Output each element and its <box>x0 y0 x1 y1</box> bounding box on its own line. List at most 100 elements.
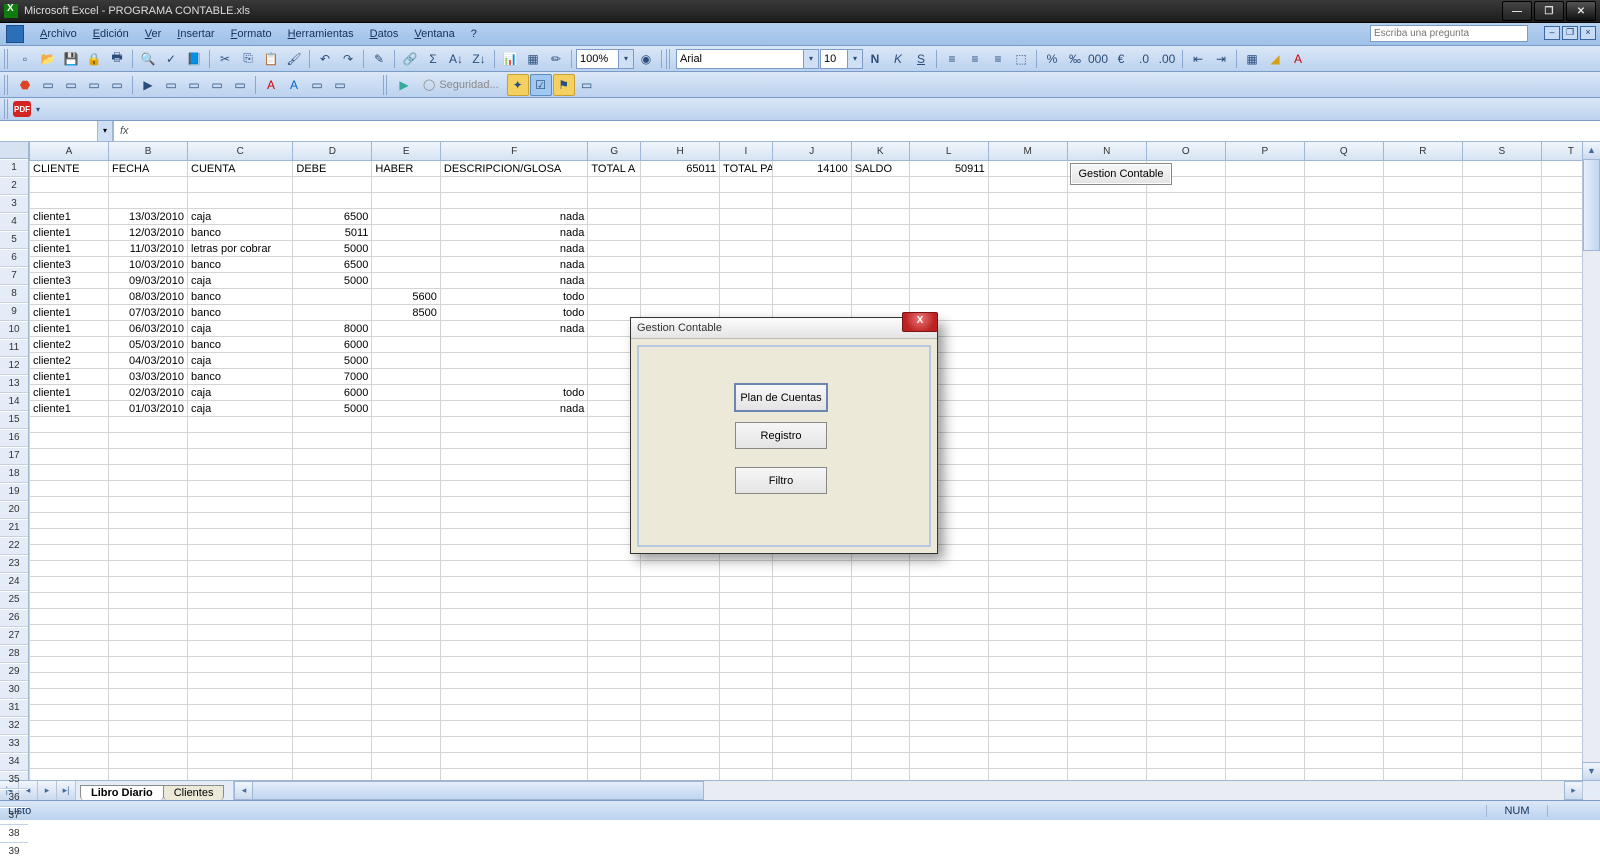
cell[interactable]: nada <box>440 225 588 241</box>
cell[interactable] <box>1383 609 1462 625</box>
horizontal-scrollbar[interactable]: ◂ ▸ <box>233 781 1600 800</box>
redo-icon[interactable]: ↷ <box>337 48 359 70</box>
cell[interactable] <box>1541 337 1582 353</box>
bold-icon[interactable]: N <box>864 48 886 70</box>
cell[interactable] <box>1383 257 1462 273</box>
cell[interactable] <box>1225 481 1304 497</box>
cell[interactable] <box>720 689 773 705</box>
cell[interactable] <box>1462 481 1541 497</box>
cell[interactable] <box>988 257 1067 273</box>
cell[interactable] <box>293 577 372 593</box>
cell[interactable]: letras por cobrar <box>188 241 293 257</box>
cell[interactable] <box>293 673 372 689</box>
cell[interactable] <box>1067 193 1146 209</box>
cell[interactable] <box>372 657 440 673</box>
pdf-icon[interactable]: PDF <box>13 101 31 117</box>
cell[interactable] <box>1462 305 1541 321</box>
cell[interactable] <box>1541 545 1582 561</box>
cell[interactable] <box>720 177 773 193</box>
cell[interactable] <box>1067 225 1146 241</box>
cell[interactable] <box>1225 609 1304 625</box>
name-box[interactable]: ▾ <box>0 121 113 141</box>
security-tool-icon[interactable]: ⚑ <box>553 74 575 96</box>
cell[interactable] <box>988 769 1067 781</box>
cell[interactable] <box>641 609 720 625</box>
cell[interactable] <box>588 225 641 241</box>
cell[interactable]: 13/03/2010 <box>109 209 188 225</box>
cell[interactable] <box>851 257 909 273</box>
cell[interactable]: CLIENTE <box>30 161 109 177</box>
cell[interactable] <box>772 193 851 209</box>
cell[interactable] <box>851 625 909 641</box>
cell[interactable] <box>1383 577 1462 593</box>
cell[interactable] <box>1462 625 1541 641</box>
row-header[interactable]: 35 <box>0 771 28 789</box>
column-header[interactable]: A <box>30 142 109 161</box>
cell[interactable] <box>1146 225 1225 241</box>
row-header[interactable]: 18 <box>0 465 28 483</box>
cell[interactable] <box>293 289 372 305</box>
cell[interactable] <box>909 177 988 193</box>
cell[interactable]: 6500 <box>293 257 372 273</box>
cell[interactable] <box>293 513 372 529</box>
decrease-decimal-icon[interactable]: .00 <box>1156 48 1178 70</box>
cell[interactable] <box>1383 209 1462 225</box>
cell[interactable] <box>372 545 440 561</box>
tool-icon[interactable]: ▭ <box>329 74 351 96</box>
cell[interactable] <box>909 705 988 721</box>
cell[interactable] <box>641 225 720 241</box>
cell[interactable] <box>293 625 372 641</box>
cell[interactable]: cliente3 <box>30 273 109 289</box>
cell[interactable] <box>1462 433 1541 449</box>
row-header[interactable]: 1 <box>0 159 28 177</box>
cell[interactable] <box>188 177 293 193</box>
close-button[interactable]: ✕ <box>1566 1 1596 21</box>
cell[interactable] <box>1146 513 1225 529</box>
sheet-tab-clientes[interactable]: Clientes <box>163 785 225 800</box>
cell[interactable] <box>1304 465 1383 481</box>
cell[interactable] <box>588 561 641 577</box>
cell[interactable] <box>30 417 109 433</box>
row-header[interactable]: 19 <box>0 483 28 501</box>
cell[interactable] <box>440 609 588 625</box>
autosum-icon[interactable]: Σ <box>422 48 444 70</box>
row-header[interactable]: 31 <box>0 699 28 717</box>
cell[interactable] <box>1541 465 1582 481</box>
cell[interactable] <box>1383 753 1462 769</box>
column-header[interactable]: Q <box>1304 142 1383 161</box>
plan-de-cuentas-button[interactable]: Plan de Cuentas <box>734 383 828 412</box>
row-header[interactable]: 21 <box>0 519 28 537</box>
cell[interactable] <box>1304 225 1383 241</box>
grid[interactable]: ABCDEFGHIJKLMNOPQRST CLIENTEFECHACUENTAD… <box>29 142 1582 780</box>
cell[interactable] <box>372 577 440 593</box>
tab-last-icon[interactable]: ▸| <box>57 781 76 800</box>
cell[interactable] <box>1067 481 1146 497</box>
cell[interactable] <box>440 417 588 433</box>
cell[interactable] <box>293 753 372 769</box>
cell[interactable] <box>1067 369 1146 385</box>
cell[interactable] <box>1304 753 1383 769</box>
cell[interactable] <box>851 609 909 625</box>
cell[interactable] <box>1225 417 1304 433</box>
help-icon[interactable]: ◉ <box>635 48 657 70</box>
cell[interactable] <box>1541 161 1582 177</box>
cell[interactable] <box>1383 289 1462 305</box>
cell[interactable] <box>109 481 188 497</box>
cell[interactable] <box>293 465 372 481</box>
cell[interactable] <box>188 417 293 433</box>
tool-icon[interactable]: ▭ <box>206 74 228 96</box>
cell[interactable] <box>1541 225 1582 241</box>
cell[interactable] <box>988 369 1067 385</box>
row-header[interactable]: 16 <box>0 429 28 447</box>
cell[interactable] <box>1146 673 1225 689</box>
column-header[interactable]: O <box>1146 142 1225 161</box>
cell[interactable] <box>109 769 188 781</box>
cell[interactable] <box>720 257 773 273</box>
cell[interactable] <box>1225 257 1304 273</box>
cell[interactable] <box>1304 177 1383 193</box>
cell[interactable] <box>109 673 188 689</box>
column-header[interactable]: N <box>1067 142 1146 161</box>
cell[interactable] <box>293 705 372 721</box>
cell[interactable] <box>988 241 1067 257</box>
row-header[interactable]: 34 <box>0 753 28 771</box>
